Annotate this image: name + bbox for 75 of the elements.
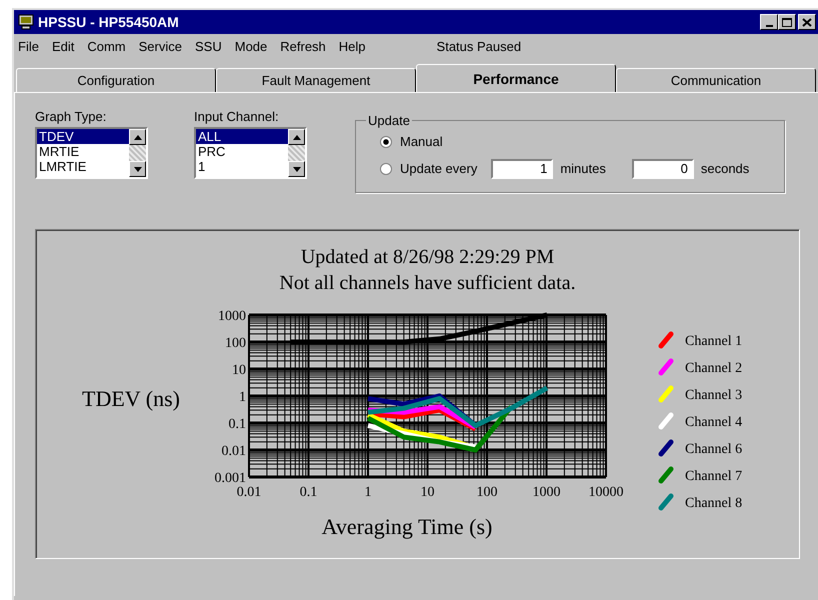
monitor-icon <box>18 14 34 30</box>
list-item[interactable]: LMRTIE <box>37 159 129 174</box>
x-axis-label: Averaging Time (s) <box>321 514 492 539</box>
legend-label: Channel 7 <box>684 469 742 484</box>
radio-option[interactable]: Manual <box>380 134 443 149</box>
list-box[interactable]: ALL PRC 1 <box>194 127 307 179</box>
list-box[interactable]: TDEV MRTIE LMRTIE <box>35 127 148 179</box>
tab[interactable]: Fault Management <box>216 68 416 92</box>
scroll-up-button[interactable] <box>129 129 146 145</box>
radio-button[interactable] <box>380 162 392 174</box>
radio-option[interactable]: Update every <box>380 161 478 176</box>
list-item[interactable]: PRC <box>196 144 288 159</box>
list-item[interactable]: MRTIE <box>37 144 129 159</box>
y-axis-label: TDEV (ns) <box>82 386 180 411</box>
status-text: Status Paused <box>436 38 522 54</box>
y-tick-label: 0.01 <box>221 444 246 459</box>
list-item[interactable]: ALL <box>196 129 288 144</box>
legend-label: Channel 4 <box>684 415 742 430</box>
up-arrow-icon <box>134 134 142 140</box>
menu-item[interactable]: Mode <box>234 38 268 54</box>
close-icon <box>802 18 812 26</box>
seconds-field[interactable]: 0 <box>632 158 694 178</box>
down-arrow-icon <box>134 166 142 172</box>
scrollbar-track[interactable] <box>129 145 146 161</box>
legend-label: Channel 8 <box>684 496 742 511</box>
minutes-field[interactable]: 1 <box>491 158 554 178</box>
y-tick-label: 10 <box>232 363 246 378</box>
x-tick-label: 10000 <box>588 485 623 500</box>
y-tick-label: 0.1 <box>228 417 246 432</box>
close-button[interactable] <box>798 14 816 30</box>
up-arrow-icon <box>292 134 300 140</box>
scroll-down-button[interactable] <box>288 161 305 177</box>
tab[interactable]: Performance <box>416 64 616 92</box>
x-tick-label: 0.1 <box>299 485 317 500</box>
chart-title: Updated at 8/26/98 2:29:29 PM <box>300 245 554 270</box>
list-label: Graph Type: <box>35 109 108 124</box>
x-tick-label: 10 <box>420 485 434 500</box>
legend-label: Channel 6 <box>684 442 742 457</box>
x-tick-label: 1000 <box>532 485 560 500</box>
x-tick-label: 1 <box>364 485 371 500</box>
list-item[interactable]: 1 <box>196 159 288 174</box>
menu-item[interactable]: Refresh <box>280 38 326 54</box>
tab[interactable]: Communication <box>616 68 816 92</box>
down-arrow-icon <box>292 166 300 172</box>
y-tick-label: 1 <box>238 390 246 405</box>
legend-label: Channel 1 <box>684 334 742 349</box>
scroll-down-button[interactable] <box>129 161 146 177</box>
chart-note: Not all channels have sufficient data. <box>278 271 576 296</box>
x-tick-label: 0.01 <box>236 485 261 500</box>
unit-label: seconds <box>700 161 750 176</box>
menu-item[interactable]: Service <box>138 38 182 54</box>
scroll-up-button[interactable] <box>288 129 305 145</box>
unit-label: minutes <box>560 161 606 176</box>
window-title: HPSSU - HP55450AM <box>38 14 180 30</box>
scrollbar-track[interactable] <box>288 145 305 161</box>
maximize-icon <box>782 18 792 26</box>
menu-item[interactable]: Edit <box>52 38 74 54</box>
legend-label: Channel 3 <box>684 388 742 403</box>
list-item[interactable]: TDEV <box>37 129 129 144</box>
menu-item[interactable]: Help <box>338 38 366 54</box>
minimize-icon <box>766 24 772 26</box>
radio-button[interactable] <box>380 136 392 148</box>
y-tick-label: 0.001 <box>214 471 246 486</box>
menu-item[interactable]: SSU <box>195 38 222 54</box>
tab[interactable]: Configuration <box>16 68 216 92</box>
list-label: Input Channel: <box>194 109 280 124</box>
menu-item[interactable]: Comm <box>87 38 126 54</box>
minimize-button[interactable] <box>760 14 778 30</box>
y-tick-label: 1000 <box>218 309 246 324</box>
group-label: Update <box>367 113 411 128</box>
y-tick-label: 100 <box>224 336 246 351</box>
maximize-button[interactable] <box>778 14 796 30</box>
menu-item[interactable]: File <box>18 38 39 54</box>
x-tick-label: 100 <box>476 485 497 500</box>
legend-label: Channel 2 <box>684 361 742 376</box>
